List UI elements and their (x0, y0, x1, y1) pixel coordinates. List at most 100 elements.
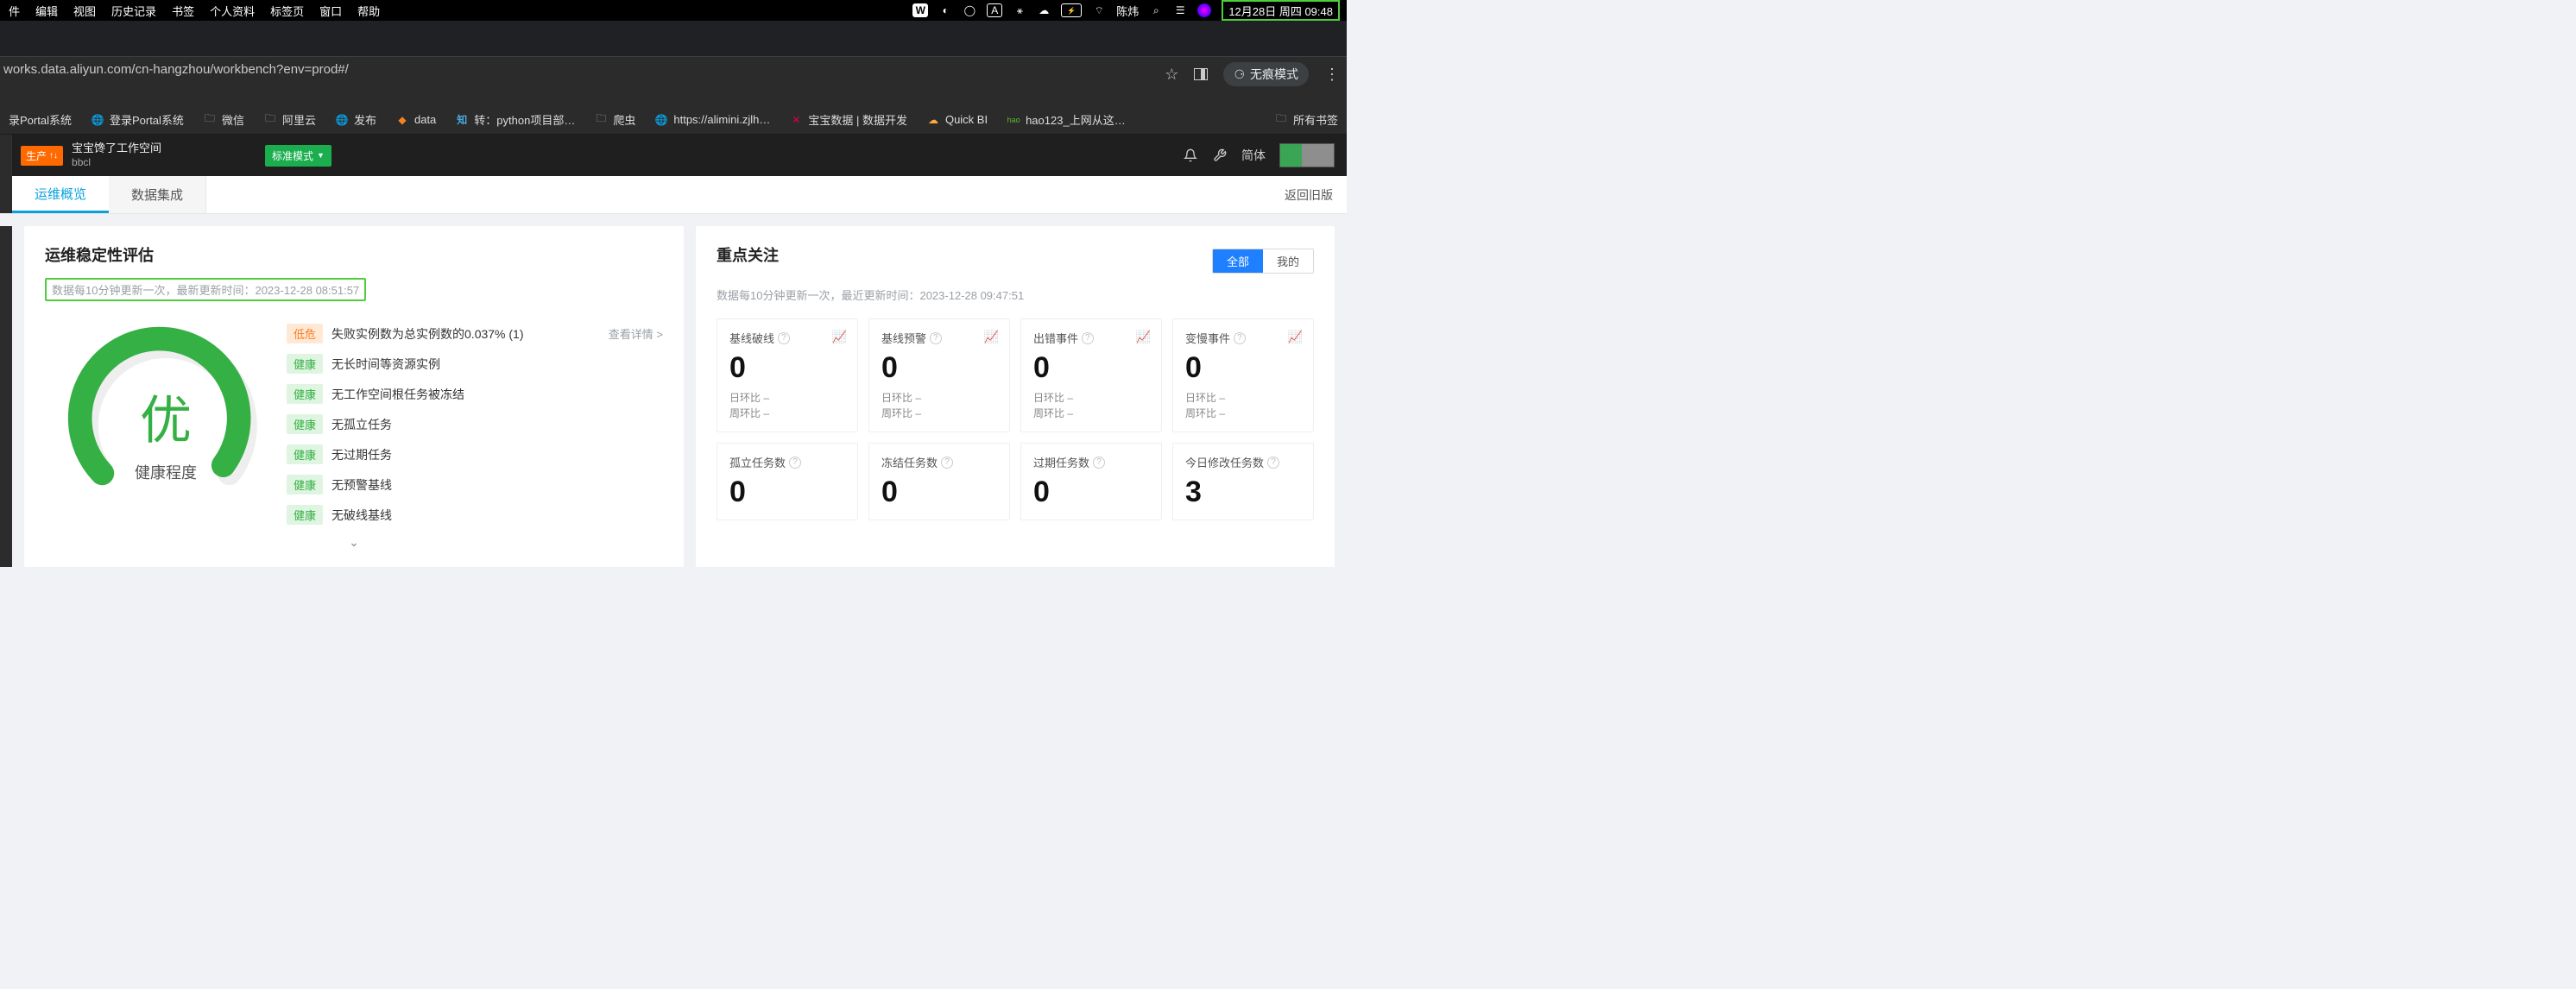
toggle-all[interactable]: 全部 (1213, 249, 1263, 273)
card-expired-tasks[interactable]: 过期任务数? 0 (1020, 443, 1162, 520)
content-area: 运维稳定性评估 数据每10分钟更新一次，最新更新时间：2023-12-28 08… (0, 214, 1347, 567)
tray-icon-shield[interactable]: ◐ (938, 3, 952, 17)
expand-toggle[interactable]: ⌄ (45, 535, 663, 550)
tray-wechat-icon[interactable]: ☁ (1037, 3, 1051, 17)
health-gauge: 优 健康程度 (66, 318, 265, 491)
card-value: 0 (729, 351, 845, 385)
sidebar-collapse-stub[interactable] (0, 135, 12, 176)
view-detail-link[interactable]: 查看详情 > (609, 325, 663, 342)
bell-icon[interactable] (1183, 148, 1198, 163)
tray-wifi-icon[interactable]: ⌔ (1092, 3, 1106, 17)
env-tag-prod: 生产 ↑↓ (21, 146, 63, 166)
menu-history[interactable]: 历史记录 (111, 3, 156, 19)
bookmark-crawler[interactable]: 🗀爬虫 (594, 111, 635, 128)
settings-icon[interactable] (1212, 148, 1228, 163)
chart-icon[interactable]: 📈 (1136, 330, 1151, 344)
card-baseline-broken[interactable]: 基线破线? 📈 0 日环比 –周环比 – (717, 318, 858, 432)
gauge-grade: 优 (66, 379, 265, 454)
address-bar-url[interactable]: works.data.aliyun.com/cn-hangzhou/workbe… (0, 62, 349, 77)
card-value: 0 (729, 476, 845, 509)
tag-healthy: 健康 (287, 414, 323, 434)
bookmark-aliyun[interactable]: 🗀阿里云 (263, 111, 316, 128)
chart-icon[interactable]: 📈 (1288, 330, 1303, 344)
system-clock[interactable]: 12月28日 周四 09:48 (1222, 0, 1340, 21)
incognito-label: 无痕模式 (1250, 66, 1298, 83)
help-icon[interactable]: ? (930, 332, 942, 344)
tray-icon-w[interactable]: W (912, 3, 928, 17)
chrome-menu-icon[interactable]: ⋮ (1324, 66, 1338, 84)
bookmark-baobao[interactable]: ✕宝宝数据 | 数据开发 (789, 111, 907, 128)
help-icon[interactable]: ? (1267, 457, 1279, 469)
menu-profiles[interactable]: 个人资料 (210, 3, 255, 19)
card-error-events[interactable]: 出错事件? 📈 0 日环比 –周环比 – (1020, 318, 1162, 432)
tray-input-icon[interactable]: A (987, 3, 1002, 17)
help-icon[interactable]: ? (1234, 332, 1246, 344)
bookmark-data[interactable]: ◆data (395, 113, 436, 127)
card-slow-events[interactable]: 变慢事件? 📈 0 日环比 –周环比 – (1172, 318, 1314, 432)
card-baseline-warning[interactable]: 基线预警? 📈 0 日环比 –周环比 – (868, 318, 1010, 432)
panel-toggle-icon[interactable] (1194, 68, 1208, 80)
bookmark-portal2[interactable]: 🌐登录Portal系统 (91, 111, 184, 128)
card-orphan-tasks[interactable]: 孤立任务数? 0 (717, 443, 858, 520)
menu-tabs[interactable]: 标签页 (270, 3, 304, 19)
bookmark-hao123[interactable]: haohao123_上网从这… (1007, 111, 1126, 128)
tray-control-center-icon[interactable]: ☰ (1173, 3, 1187, 17)
tray-bluetooth-icon[interactable]: ⚹ (1013, 3, 1026, 17)
help-icon[interactable]: ? (941, 457, 953, 469)
card-value: 0 (1033, 476, 1149, 509)
lang-toggle[interactable]: 简体 (1241, 147, 1266, 164)
stability-row: 健康无长时间等资源实例 (287, 349, 663, 379)
menu-help[interactable]: 帮助 (357, 3, 380, 19)
workspace-name[interactable]: 宝宝馋了工作空间 bbcl (72, 142, 161, 169)
menu-file[interactable]: 件 (9, 3, 20, 19)
chart-icon[interactable]: 📈 (832, 330, 847, 344)
focus-cards-top: 基线破线? 📈 0 日环比 –周环比 – 基线预警? 📈 0 日环比 –周环比 … (717, 318, 1314, 432)
chrome-tab-strip (0, 21, 1347, 57)
tab-data-integration[interactable]: 数据集成 (109, 176, 206, 213)
bookmark-all[interactable]: 🗀所有书签 (1274, 111, 1338, 128)
bookmark-bar: 录Portal系统 🌐登录Portal系统 🗀微信 🗀阿里云 🌐发布 ◆data… (0, 105, 1347, 135)
tray-siri-icon[interactable] (1197, 3, 1211, 17)
card-frozen-tasks[interactable]: 冻结任务数? 0 (868, 443, 1010, 520)
tray-search-icon[interactable]: ⌕ (1149, 3, 1163, 17)
stability-row: 健康无过期任务 (287, 439, 663, 469)
focus-update-note: 数据每10分钟更新一次，最近更新时间：2023-12-28 09:47:51 (717, 287, 1314, 303)
tray-headphones-icon[interactable]: ◯ (963, 3, 976, 17)
menu-view[interactable]: 视图 (73, 3, 96, 19)
stability-row: 健康无孤立任务 (287, 409, 663, 439)
menu-edit[interactable]: 编辑 (35, 3, 58, 19)
card-value: 0 (1185, 351, 1301, 385)
mac-menu-bar: 件 编辑 视图 历史记录 书签 个人资料 标签页 窗口 帮助 W ◐ ◯ A ⚹… (0, 0, 1347, 21)
tray-battery-icon[interactable]: ⚡ (1061, 3, 1082, 17)
help-icon[interactable]: ? (778, 332, 790, 344)
hao-icon: hao (1007, 113, 1020, 127)
bookmark-quickbi[interactable]: ☁Quick BI (926, 113, 988, 127)
bookmark-wechat[interactable]: 🗀微信 (203, 111, 244, 128)
help-icon[interactable]: ? (1082, 332, 1094, 344)
chart-icon[interactable]: 📈 (984, 330, 999, 344)
help-icon[interactable]: ? (789, 457, 801, 469)
bookmark-publish[interactable]: 🌐发布 (335, 111, 376, 128)
card-today-modified[interactable]: 今日修改任务数? 3 (1172, 443, 1314, 520)
zhihu-icon: 知 (455, 113, 469, 127)
menu-window[interactable]: 窗口 (319, 3, 342, 19)
tag-healthy: 健康 (287, 354, 323, 374)
tray-user-name[interactable]: 陈炜 (1116, 3, 1139, 19)
menu-bookmarks[interactable]: 书签 (172, 3, 194, 19)
toggle-mine[interactable]: 我的 (1263, 249, 1313, 273)
mode-selector[interactable]: 标准模式 ▼ (265, 145, 331, 167)
sidebar-stub-lower[interactable] (0, 226, 12, 567)
bookmark-star-icon[interactable]: ☆ (1165, 66, 1178, 84)
bookmark-alimini[interactable]: 🌐https://alimini.zjlh… (654, 113, 770, 127)
focus-scope-toggle[interactable]: 全部 我的 (1212, 249, 1314, 274)
user-avatar[interactable] (1279, 143, 1335, 167)
chevron-down-icon: ▼ (317, 151, 325, 160)
bookmark-portal1[interactable]: 录Portal系统 (9, 111, 72, 128)
help-icon[interactable]: ? (1093, 457, 1105, 469)
sidebar-stub[interactable] (0, 176, 12, 213)
bookmark-python[interactable]: 知转：python项目部… (455, 111, 575, 128)
folder-icon: 🗀 (203, 113, 217, 127)
incognito-badge[interactable]: ⚆ 无痕模式 (1223, 62, 1309, 86)
back-to-old-version[interactable]: 返回旧版 (1271, 176, 1347, 213)
tab-ops-overview[interactable]: 运维概览 (12, 176, 109, 213)
